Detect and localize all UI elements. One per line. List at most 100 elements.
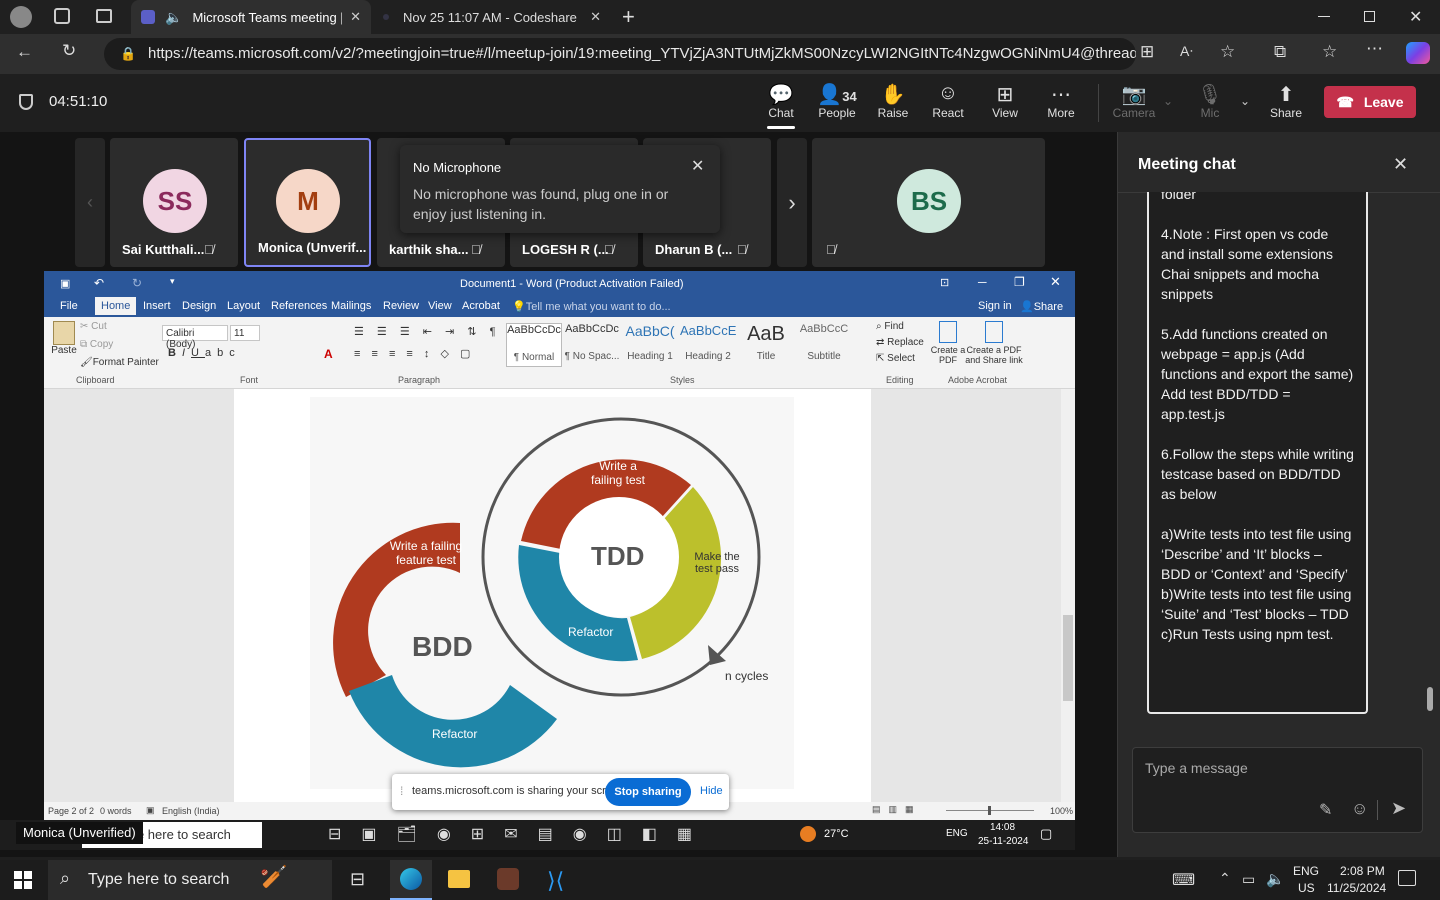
tab-layout[interactable]: Layout bbox=[227, 300, 260, 312]
bullets-icon[interactable]: ☰ ☰ ☰ ⇤ ⇥ ⇅ ¶ bbox=[354, 325, 500, 338]
format-icon[interactable]: ✎ bbox=[1319, 800, 1332, 820]
network-icon[interactable]: ▭ bbox=[1242, 871, 1255, 888]
paste-button[interactable]: Paste bbox=[50, 321, 78, 356]
zoom-slider-thumb[interactable] bbox=[988, 806, 991, 815]
tab-home[interactable]: Home bbox=[95, 297, 137, 315]
font-format-buttons[interactable]: BIUabc bbox=[168, 347, 241, 359]
extensions-icon[interactable]: ⧉ bbox=[1274, 42, 1286, 62]
undo-icon[interactable]: ↶ bbox=[94, 276, 104, 290]
emoji-icon[interactable]: ☺ bbox=[1351, 799, 1368, 819]
tab-file[interactable]: File bbox=[60, 300, 78, 312]
select-button[interactable]: ⇱ Select bbox=[876, 353, 915, 364]
back-icon[interactable]: ← bbox=[16, 42, 33, 62]
vscode-icon[interactable]: ⟩⟨ bbox=[547, 868, 564, 894]
notifications-icon[interactable] bbox=[1398, 870, 1416, 886]
stop-sharing-button[interactable]: Stop sharing bbox=[605, 778, 691, 806]
tab-review[interactable]: Review bbox=[383, 300, 419, 312]
gallery-next-button[interactable]: › bbox=[777, 138, 807, 267]
task-view-icon[interactable]: ⊟ bbox=[350, 869, 365, 890]
hide-button[interactable]: Hide bbox=[700, 785, 723, 797]
audio-playing-icon[interactable]: 🔈 bbox=[165, 9, 182, 26]
copilot-icon[interactable] bbox=[1406, 42, 1430, 64]
profile-icon[interactable] bbox=[10, 6, 32, 28]
lock-icon[interactable]: 🔒 bbox=[120, 38, 136, 70]
share-button[interactable]: 👤Share bbox=[1020, 300, 1063, 313]
page-count[interactable]: Page 2 of 2 bbox=[48, 806, 94, 816]
tab-teams-meeting[interactable]: 🔈 Microsoft Teams meeting | M ✕ bbox=[131, 0, 371, 34]
chat-message[interactable]: folder 4.Note : First open vs code and i… bbox=[1147, 192, 1368, 714]
more-button[interactable]: ⋯ More bbox=[1031, 82, 1091, 120]
cut-button[interactable]: ✂ Cut bbox=[80, 321, 107, 332]
font-name-select[interactable]: Calibri (Body) bbox=[162, 325, 228, 350]
quick-access-chevron-icon[interactable]: ▾ bbox=[170, 276, 175, 287]
drag-handle-icon[interactable]: ⁞ bbox=[400, 784, 403, 798]
close-tab-icon[interactable]: ✕ bbox=[590, 9, 601, 25]
game-app-icon[interactable] bbox=[497, 868, 519, 890]
copy-button[interactable]: ⧉ Copy bbox=[80, 339, 113, 350]
create-pdf-share-button[interactable]: Create a PDF and Share link bbox=[962, 321, 1026, 365]
scroll-thumb[interactable] bbox=[1063, 615, 1073, 701]
document-page[interactable]: TDD BDD Write a failing test Make the te… bbox=[234, 389, 871, 802]
camera-button[interactable]: 📷 Camera bbox=[1104, 82, 1164, 120]
restore-icon[interactable] bbox=[1364, 11, 1375, 22]
send-icon[interactable]: ➤ bbox=[1391, 798, 1406, 819]
participant-tile[interactable]: M Monica (Unverif... bbox=[244, 138, 371, 267]
raise-hand-button[interactable]: ✋ Raise bbox=[863, 82, 923, 120]
proofing-icon[interactable]: ▣ bbox=[146, 805, 155, 816]
share-button[interactable]: ⬆ Share bbox=[1256, 82, 1316, 120]
style-subtitle[interactable]: AaBbCcC Subtitle bbox=[796, 323, 852, 367]
react-button[interactable]: ☺ React bbox=[918, 82, 978, 120]
tray-lang[interactable]: ENG bbox=[1293, 864, 1319, 878]
save-icon[interactable]: ▣ bbox=[60, 277, 70, 290]
ribbon-display-icon[interactable]: ⊡ bbox=[940, 276, 949, 289]
new-tab-button[interactable]: + bbox=[622, 4, 635, 30]
view-button[interactable]: ⊞ View bbox=[975, 82, 1035, 120]
taskbar-search-box[interactable]: ⌕ Type here to search 🏏 bbox=[48, 860, 332, 900]
tab-codeshare[interactable]: Nov 25 11:07 AM - Codeshare ✕ bbox=[371, 0, 611, 34]
volume-icon[interactable]: 🔈 bbox=[1266, 870, 1285, 888]
workspaces-icon[interactable] bbox=[54, 8, 70, 24]
keyboard-icon[interactable]: ⌨ bbox=[1172, 870, 1195, 890]
participant-tile[interactable]: SS Sai Kutthali... 🎙̸ bbox=[110, 138, 238, 267]
close-chat-icon[interactable]: ✕ bbox=[1393, 154, 1408, 175]
style-title[interactable]: AaB Title bbox=[738, 323, 794, 367]
notification-icon[interactable]: ▢ bbox=[1040, 826, 1052, 842]
edge-taskbar-button[interactable] bbox=[390, 860, 432, 900]
people-button[interactable]: 👤34 People bbox=[807, 82, 867, 120]
address-bar[interactable]: 🔒 https://teams.microsoft.com/v2/?meetin… bbox=[104, 38, 1136, 70]
message-input[interactable]: Type a message ✎ ☺ ➤ bbox=[1132, 747, 1423, 833]
gallery-prev-button[interactable]: ‹ bbox=[75, 138, 105, 267]
start-windows-icon[interactable] bbox=[14, 871, 32, 889]
tab-acrobat[interactable]: Acrobat bbox=[462, 300, 500, 312]
sign-in-link[interactable]: Sign in bbox=[978, 300, 1012, 312]
tab-actions-icon[interactable] bbox=[96, 9, 112, 23]
language[interactable]: English (India) bbox=[162, 806, 220, 816]
font-size-select[interactable]: 11 bbox=[230, 325, 260, 341]
tab-view[interactable]: View bbox=[428, 300, 452, 312]
align-icons[interactable]: ≡ ≡ ≡ ≡ ↕ ◇ ▢ bbox=[354, 347, 474, 360]
read-aloud-icon[interactable]: Aᐧ bbox=[1180, 43, 1193, 60]
restore-icon[interactable]: ❐ bbox=[1014, 275, 1025, 289]
minimize-icon[interactable] bbox=[1318, 16, 1330, 17]
zoom-level[interactable]: 100% bbox=[1050, 806, 1073, 816]
minimize-icon[interactable]: ─ bbox=[978, 275, 987, 289]
redo-icon[interactable]: ↻ bbox=[132, 276, 142, 290]
camera-options-chevron-icon[interactable]: ⌄ bbox=[1163, 94, 1173, 108]
app-available-icon[interactable]: ⊞ bbox=[1140, 42, 1154, 62]
style-no-spacing[interactable]: AaBbCcDc ¶ No Spac... bbox=[564, 323, 620, 367]
chat-scrollbar[interactable] bbox=[1427, 687, 1433, 711]
vertical-scrollbar[interactable] bbox=[1061, 389, 1075, 802]
close-window-icon[interactable]: ✕ bbox=[1409, 7, 1422, 27]
tray-chevron-icon[interactable]: ⌃ bbox=[1219, 870, 1231, 887]
mic-options-chevron-icon[interactable]: ⌄ bbox=[1240, 94, 1250, 108]
replace-button[interactable]: ⇄ Replace bbox=[876, 337, 924, 348]
favorite-star-icon[interactable]: ☆ bbox=[1220, 42, 1235, 62]
tell-me-search[interactable]: 💡Tell me what you want to do... bbox=[512, 300, 671, 313]
clock-time[interactable]: 2:08 PM bbox=[1340, 864, 1385, 878]
mic-button[interactable]: 🎙 Mic bbox=[1180, 82, 1240, 120]
view-mode-icons[interactable]: ▤▥▦ bbox=[872, 804, 922, 815]
close-icon[interactable]: ✕ bbox=[691, 156, 704, 176]
close-tab-icon[interactable]: ✕ bbox=[350, 9, 361, 25]
chat-button[interactable]: 💬 Chat bbox=[751, 82, 811, 129]
tray-region[interactable]: US bbox=[1298, 881, 1315, 895]
